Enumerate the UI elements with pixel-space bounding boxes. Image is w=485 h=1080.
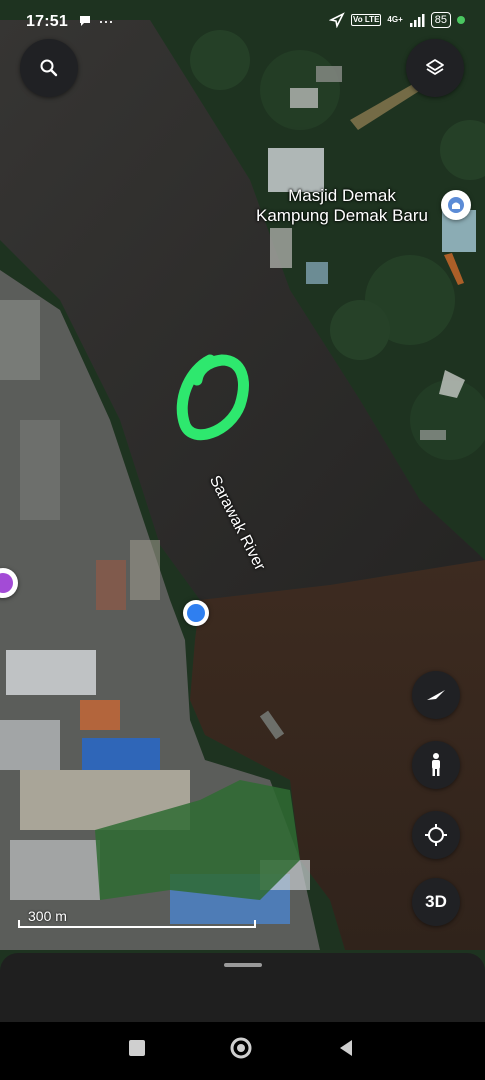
bottom-sheet[interactable] [0,953,485,1033]
compass-icon [427,690,445,700]
mosque-icon [448,197,464,213]
sheet-drag-handle[interactable] [224,963,262,967]
pegman-icon [432,753,440,776]
3d-toggle-button[interactable]: 3D [412,878,460,926]
scale-line [18,920,256,928]
location-arrow-icon [329,12,345,28]
poi-label-masjid[interactable]: Masjid Demak Kampung Demak Baru [256,186,428,226]
compass-button[interactable] [412,671,460,719]
status-time: 17:51 [26,13,68,30]
more-dots-icon: ··· [98,11,114,31]
scale-bar: 300 m [18,906,258,932]
system-nav-bar [0,1022,485,1080]
layers-icon [426,59,444,75]
shopping-icon [0,573,13,593]
recent-apps-icon[interactable] [126,1037,148,1059]
signal-icon [409,14,425,27]
home-icon[interactable] [229,1036,253,1060]
status-right: Vo LTE 4G+ 85 [329,12,465,28]
chat-bubble-icon [80,16,90,26]
street-view-button[interactable] [412,741,460,789]
search-icon [40,59,58,77]
battery-indicator: 85 [430,12,451,28]
status-bar: 17:51 ··· Vo LTE 4G+ 85 [0,0,485,44]
privacy-indicator-dot [457,16,465,24]
status-left-icons: ··· [78,11,114,31]
search-button[interactable] [20,39,78,97]
layers-button[interactable] [406,39,464,97]
back-icon[interactable] [335,1037,357,1059]
my-location-button[interactable] [412,811,460,859]
my-location-icon [425,824,447,846]
user-location-dot [183,600,209,626]
volte-icon: Vo LTE [351,14,382,26]
network-type: 4G+ [387,15,403,24]
mosque-poi-marker[interactable] [441,190,471,220]
